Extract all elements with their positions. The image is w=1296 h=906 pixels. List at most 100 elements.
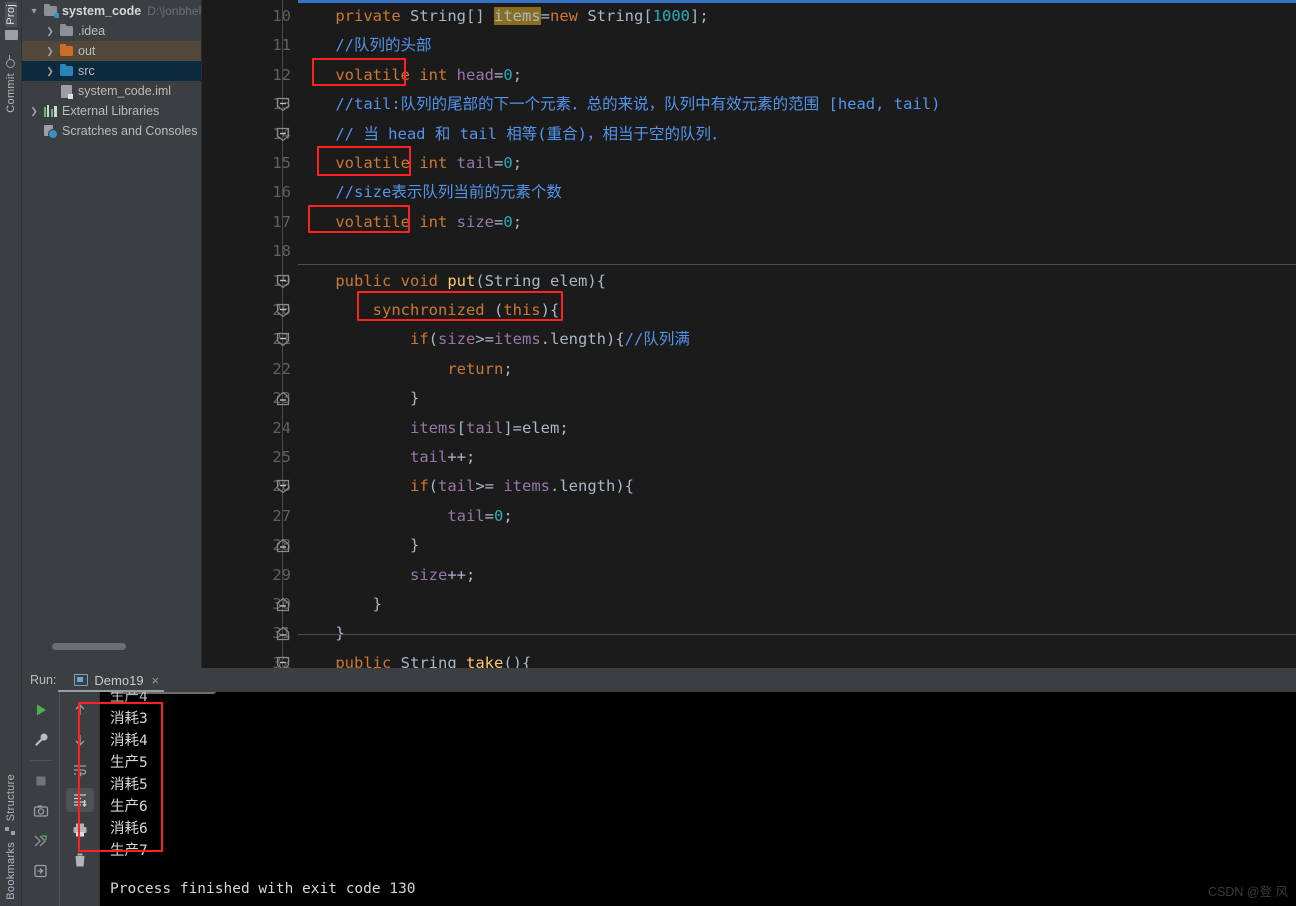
- run-button[interactable]: [27, 698, 55, 722]
- code-line-20[interactable]: synchronized (this){: [298, 296, 560, 325]
- editor-code-area[interactable]: private String[] items=new String[1000];…: [298, 0, 1296, 668]
- chevron-right-icon[interactable]: [42, 26, 58, 37]
- code-line-23[interactable]: }: [298, 384, 419, 413]
- stop-button[interactable]: [27, 769, 55, 793]
- fold-collapse-icon[interactable]: [275, 656, 291, 668]
- code-line-28[interactable]: }: [298, 531, 419, 560]
- code-token: size: [456, 212, 494, 231]
- code-token: take: [466, 653, 504, 668]
- tool-tab-structure[interactable]: Structure: [0, 772, 22, 842]
- fold-collapse-icon[interactable]: [275, 332, 291, 347]
- fold-collapse-icon[interactable]: [275, 479, 291, 494]
- project-horizontal-scrollbar[interactable]: [52, 643, 126, 650]
- tree-item-external-libraries[interactable]: External Libraries: [22, 101, 201, 121]
- scroll-down-button[interactable]: [66, 728, 94, 752]
- screenshot-button[interactable]: [27, 799, 55, 823]
- tree-item-system-code[interactable]: system_code D:\jonbhel: [22, 1, 201, 21]
- tree-item-label: out: [78, 44, 96, 58]
- code-token: if: [409, 330, 429, 349]
- tree-item--idea[interactable]: .idea: [22, 21, 201, 41]
- tool-tab-bookmarks[interactable]: Bookmarks: [0, 840, 22, 906]
- code-line-29[interactable]: size++;: [298, 561, 475, 590]
- code-line-14[interactable]: // 当 head 和 tail 相等(重合)，相当于空的队列．: [298, 120, 726, 149]
- watermark-text: CSDN @登 风: [1207, 885, 1288, 899]
- scroll-up-button[interactable]: [66, 698, 94, 722]
- tree-item-src[interactable]: src: [22, 61, 201, 81]
- code-token: int: [419, 65, 448, 84]
- code-editor[interactable]: 1011121314151617181920212223242526272829…: [202, 0, 1296, 668]
- code-token: tail: [447, 506, 485, 525]
- code-line-21[interactable]: if(size>=items.length){//队列满: [298, 325, 690, 354]
- run-actions-toolbar[interactable]: [22, 692, 60, 906]
- code-folding-column[interactable]: [268, 0, 298, 668]
- code-line-12[interactable]: volatile int head=0;: [298, 61, 522, 90]
- console-output[interactable]: 生产4 消耗3 消耗4 生产5 消耗5 生产6 消耗6 生产7 Process finished…: [100, 692, 1296, 906]
- code-token: items: [503, 477, 550, 496]
- code-token: >=: [475, 477, 504, 496]
- chevron-right-icon[interactable]: [42, 66, 58, 77]
- chevron-down-icon[interactable]: [26, 6, 42, 17]
- console-actions-toolbar[interactable]: [60, 692, 100, 906]
- code-line-17[interactable]: volatile int size=0;: [298, 208, 522, 237]
- chevron-right-icon[interactable]: [42, 46, 58, 57]
- fold-collapse-icon[interactable]: [275, 274, 291, 289]
- code-line-10[interactable]: private String[] items=new String[1000];: [298, 2, 709, 31]
- export-button[interactable]: [27, 859, 55, 883]
- code-line-11[interactable]: //队列的头部: [298, 31, 431, 60]
- project-tree[interactable]: system_code D:\jonbhel .idea out src system_c…: [22, 0, 201, 141]
- tree-item-system-code-iml[interactable]: system_code.iml: [22, 81, 201, 101]
- code-token: volatile: [335, 65, 410, 84]
- scroll-to-end-button[interactable]: [65, 788, 94, 812]
- code-token: //tail:队列的尾部的下一个元素．总的来说，队列中有效元素的范围 [head…: [298, 95, 941, 114]
- tool-tab-commit[interactable]: Commit: [0, 52, 22, 115]
- code-line-19[interactable]: public void put(String elem){: [298, 267, 606, 296]
- close-icon[interactable]: ×: [150, 673, 160, 688]
- fold-end-icon[interactable]: [275, 538, 291, 553]
- code-token: 1000: [652, 7, 690, 25]
- tree-item-out[interactable]: out: [22, 41, 201, 61]
- console-line: 消耗3: [110, 711, 148, 727]
- code-line-15[interactable]: volatile int tail=0;: [298, 149, 522, 178]
- code-line-13[interactable]: //tail:队列的尾部的下一个元素．总的来说，队列中有效元素的范围 [head…: [298, 90, 940, 119]
- soft-wrap-button[interactable]: [66, 758, 94, 782]
- code-line-32[interactable]: public String take(){: [298, 649, 531, 668]
- console-line: 生产4: [110, 692, 148, 705]
- fold-end-icon[interactable]: [275, 391, 291, 406]
- folder-icon: [4, 29, 18, 43]
- code-token: (: [428, 477, 438, 496]
- fold-collapse-icon[interactable]: [275, 303, 291, 318]
- code-token: int: [419, 212, 448, 231]
- code-line-26[interactable]: if(tail>= items.length){: [298, 472, 634, 501]
- libraries-icon: [42, 105, 58, 117]
- clear-all-button[interactable]: [66, 848, 94, 872]
- code-line-27[interactable]: tail=0;: [298, 502, 512, 531]
- code-token: String: [410, 7, 466, 25]
- fold-end-icon[interactable]: [275, 597, 291, 612]
- chevron-right-icon[interactable]: [26, 106, 42, 117]
- fold-collapse-icon[interactable]: [275, 97, 291, 112]
- code-line-25[interactable]: tail++;: [298, 443, 475, 472]
- settings-button[interactable]: [27, 728, 55, 752]
- code-token: >=: [475, 330, 494, 349]
- print-button[interactable]: [66, 818, 94, 842]
- code-token: public: [335, 653, 392, 668]
- fold-collapse-icon[interactable]: [275, 127, 291, 142]
- code-line-16[interactable]: //size表示队列当前的元素个数: [298, 178, 562, 207]
- fold-end-icon[interactable]: [275, 626, 291, 641]
- run-tab-demo19[interactable]: Demo19 ×: [70, 668, 163, 692]
- code-token: private: [335, 7, 401, 25]
- rerun-failed-button[interactable]: [27, 829, 55, 853]
- code-line-22[interactable]: return;: [298, 355, 512, 384]
- code-line-24[interactable]: items[tail]=elem;: [298, 414, 569, 443]
- tool-tab-commit-label: Commit: [5, 73, 17, 113]
- tool-tab-project[interactable]: Proj: [0, 2, 22, 46]
- code-line-30[interactable]: }: [298, 590, 382, 619]
- code-token: size: [409, 565, 448, 584]
- tree-item-path: D:\jonbhel: [147, 4, 202, 18]
- tree-item-scratches-and-consoles[interactable]: Scratches and Consoles: [22, 121, 201, 141]
